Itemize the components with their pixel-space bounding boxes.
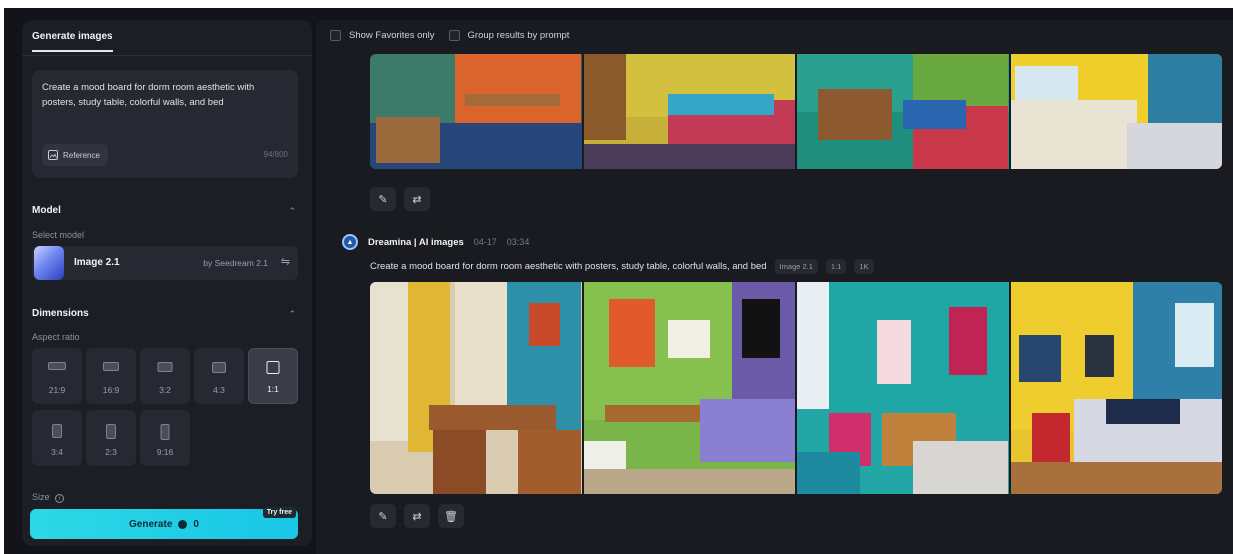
ratio-shape-icon	[160, 424, 170, 440]
edit-icon[interactable]: ✎	[370, 187, 396, 211]
show-favorites-label: Show Favorites only	[349, 30, 435, 41]
size-label: Size i	[32, 492, 65, 503]
generation-images	[370, 282, 1222, 494]
model-selector[interactable]: Image 2.1 by Seedream 2.1 ⇋	[32, 246, 298, 280]
ratio-3-4[interactable]: 3:4	[32, 410, 82, 466]
dimensions-section-title: Dimensions	[32, 308, 89, 319]
info-icon[interactable]: i	[55, 494, 65, 503]
ratio-chip: 1:1	[825, 259, 847, 274]
generated-image[interactable]	[583, 54, 797, 169]
credit-icon	[178, 519, 188, 529]
ratio-label: 4:3	[213, 385, 225, 395]
regenerate-icon[interactable]: ⇄	[404, 504, 430, 528]
ratio-shape-icon	[52, 424, 62, 438]
ratio-label: 21:9	[48, 385, 66, 395]
results-panel: Show Favorites only Group results by pro…	[316, 20, 1233, 554]
regenerate-icon[interactable]: ⇄	[404, 187, 430, 211]
model-chip: Image 2.1	[774, 259, 818, 274]
ratio-2-3[interactable]: 2:3	[86, 410, 136, 466]
generation-source: Dreamina | AI images	[368, 236, 464, 248]
prompt-text[interactable]: Create a mood board for dorm room aesthe…	[42, 80, 288, 110]
generated-image[interactable]	[370, 54, 584, 169]
ratio-shape-icon	[266, 361, 280, 374]
model-section-title: Model	[32, 205, 61, 216]
chevron-up-icon[interactable]: ⌃	[288, 206, 296, 217]
ratio-4-3[interactable]: 4:3	[194, 348, 244, 404]
reference-button[interactable]: Reference	[42, 144, 108, 166]
model-name: Image 2.1	[74, 257, 120, 268]
sidebar: Generate images Create a mood board for …	[22, 20, 312, 546]
generation-date: 04-17	[473, 237, 497, 247]
edit-icon[interactable]: ✎	[370, 504, 396, 528]
ratio-1-1-selected[interactable]: 1:1	[248, 348, 298, 404]
ratio-21-9[interactable]: 21:9	[32, 348, 82, 404]
model-provider: by Seedream 2.1	[203, 258, 268, 268]
aspect-ratio-label: Aspect ratio	[32, 332, 80, 342]
show-favorites-checkbox[interactable]: Show Favorites only	[330, 30, 435, 41]
prompt-input[interactable]: Create a mood board for dorm room aesthe…	[32, 70, 298, 178]
model-thumbnail	[34, 246, 64, 280]
sidebar-tabs: Generate images	[22, 20, 312, 56]
ratio-16-9[interactable]: 16:9	[86, 348, 136, 404]
generate-cost: 0	[193, 518, 199, 530]
generate-label: Generate	[129, 518, 173, 530]
generated-image[interactable]	[1010, 54, 1222, 169]
char-count: 94/800	[263, 150, 288, 159]
ratio-label: 1:1	[267, 384, 279, 394]
try-free-badge: Try free	[262, 507, 296, 518]
resolution-chip: 1K	[854, 259, 874, 274]
generation-header: ▲ Dreamina | AI images 04-17 03:34	[342, 234, 529, 250]
ratio-shape-icon	[212, 362, 226, 373]
results-toolbar: Show Favorites only Group results by pro…	[330, 30, 569, 41]
ratio-shape-icon	[106, 424, 116, 439]
generation-time: 03:34	[506, 237, 530, 247]
reference-label: Reference	[63, 150, 100, 160]
size-label-text: Size	[32, 492, 50, 502]
ratio-shape-icon	[157, 362, 173, 372]
delete-icon[interactable]: 🗑	[438, 504, 464, 528]
ratio-label: 3:2	[159, 385, 171, 395]
ratio-label: 3:4	[51, 447, 63, 457]
ratio-9-16[interactable]: 9:16	[140, 410, 190, 466]
generated-image[interactable]	[797, 282, 1011, 494]
generation-prompt-row: Create a mood board for dorm room aesthe…	[370, 259, 874, 274]
image-reference-icon	[48, 150, 58, 160]
generation-actions: ✎ ⇄ 🗑	[370, 504, 464, 528]
select-model-label: Select model	[32, 230, 85, 240]
checkbox-icon[interactable]	[330, 30, 341, 41]
ratio-shape-icon	[48, 362, 66, 370]
generated-image[interactable]	[370, 282, 584, 494]
settings-sliders-icon[interactable]: ⇋	[281, 255, 290, 268]
generated-image[interactable]	[1010, 282, 1222, 494]
group-results-checkbox[interactable]: Group results by prompt	[448, 30, 570, 41]
ratio-shape-icon	[103, 362, 119, 371]
generate-button[interactable]: Generate 0 Try free	[30, 507, 298, 539]
generated-image[interactable]	[797, 54, 1011, 169]
chevron-up-icon[interactable]: ⌃	[288, 309, 296, 320]
previous-generation-images	[370, 54, 1222, 169]
group-results-label: Group results by prompt	[467, 30, 570, 41]
generation-prompt[interactable]: Create a mood board for dorm room aesthe…	[370, 261, 767, 272]
ratio-3-2[interactable]: 3:2	[140, 348, 190, 404]
previous-actions: ✎ ⇄	[370, 187, 430, 211]
generated-image[interactable]	[583, 282, 797, 494]
ratio-label: 16:9	[102, 385, 120, 395]
app-window: Generate images Create a mood board for …	[4, 8, 1233, 554]
dreamina-logo-icon: ▲	[342, 234, 358, 250]
checkbox-icon[interactable]	[448, 30, 460, 41]
ratio-label: 2:3	[105, 447, 117, 457]
tab-generate-images[interactable]: Generate images	[32, 31, 113, 52]
ratio-label: 9:16	[156, 447, 174, 457]
